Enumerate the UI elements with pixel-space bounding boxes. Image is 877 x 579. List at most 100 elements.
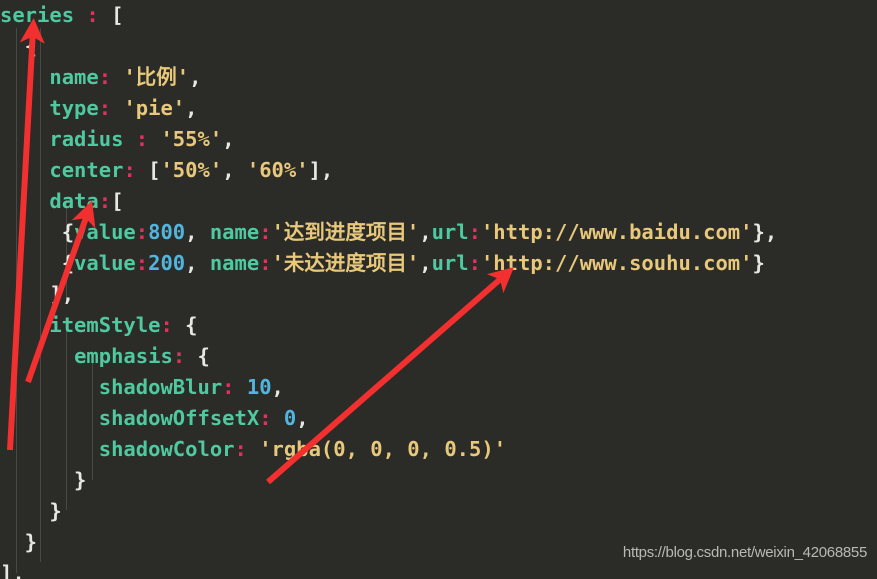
code-token-s: '55%' [160, 127, 223, 151]
code-token-d: [ [111, 189, 124, 213]
code-token-d: , [222, 127, 235, 151]
code-token-d [235, 375, 247, 399]
code-line[interactable]: {value:800, name:'达到进度项目',url:'http://ww… [0, 217, 777, 248]
code-token-d: ], [0, 282, 75, 306]
code-token-p: : [259, 220, 272, 244]
code-token-n: 200 [148, 251, 186, 275]
code-token-k: value [74, 220, 136, 244]
code-token-n: 800 [148, 220, 186, 244]
code-token-p: : [123, 158, 136, 182]
code-token-d: , [222, 158, 247, 182]
code-token-p: : [98, 96, 112, 120]
code-token-k: url [431, 251, 469, 275]
code-token-d [0, 127, 49, 151]
code-line[interactable]: { [0, 31, 37, 62]
code-token-d [0, 65, 49, 89]
watermark-text: https://blog.csdn.net/weixin_42068855 [622, 544, 867, 561]
code-line[interactable]: ], [0, 558, 25, 579]
code-token-d: { [185, 344, 210, 368]
code-token-d [0, 313, 49, 337]
code-token-k: name [209, 251, 260, 275]
code-token-d: , [419, 220, 432, 244]
code-token-d [247, 437, 259, 461]
code-token-d: ], [0, 561, 25, 579]
code-token-k: itemStyle [49, 313, 161, 337]
code-token-k: url [431, 220, 469, 244]
code-token-d [123, 127, 135, 151]
code-token-s: 'pie' [123, 96, 186, 120]
code-token-k: name [49, 65, 99, 89]
code-token-d [0, 96, 49, 120]
code-token-d: , [185, 251, 210, 275]
code-token-k: shadowColor [98, 437, 235, 461]
code-token-n: 0 [283, 406, 297, 430]
code-line[interactable]: } [0, 527, 37, 558]
code-token-p: : [468, 251, 481, 275]
code-token-p: : [234, 437, 247, 461]
code-token-k: emphasis [74, 344, 173, 368]
code-token-p: : [86, 3, 99, 27]
code-token-d: { [0, 251, 75, 275]
code-token-p: : [468, 220, 481, 244]
code-line[interactable]: emphasis: { [0, 341, 210, 372]
code-token-p: : [135, 127, 149, 151]
code-line[interactable]: shadowBlur: 10, [0, 372, 284, 403]
code-token-k: center [49, 158, 124, 182]
code-line[interactable]: name: '比例', [0, 62, 201, 93]
code-token-d: } [752, 251, 765, 275]
code-line[interactable]: data:[ [0, 186, 123, 217]
code-line[interactable]: shadowOffsetX: 0, [0, 403, 309, 434]
code-token-k: shadowOffsetX [98, 406, 260, 430]
code-token-p: : [259, 251, 272, 275]
code-token-d: ], [308, 158, 334, 182]
code-token-d [272, 406, 284, 430]
code-token-d [0, 375, 99, 399]
code-token-d: , [296, 406, 309, 430]
code-token-s: '未达进度项目' [271, 251, 420, 275]
code-token-s: 'http://www.baidu.com' [480, 220, 753, 244]
code-token-d: }, [752, 220, 778, 244]
code-token-p: : [135, 220, 149, 244]
code-token-d [74, 3, 86, 27]
code-token-k: series [0, 3, 75, 27]
code-token-s: '50%' [160, 158, 223, 182]
code-token-k: type [49, 96, 99, 120]
code-token-p: : [98, 189, 112, 213]
code-screenshot: series : [ { name: '比例', type: 'pie', ra… [0, 0, 877, 579]
code-token-d: , [189, 65, 202, 89]
code-token-s: '比例' [123, 65, 190, 89]
code-editor-content[interactable]: series : [ { name: '比例', type: 'pie', ra… [0, 0, 877, 579]
code-line[interactable]: itemStyle: { [0, 310, 198, 341]
code-line[interactable]: {value:200, name:'未达进度项目',url:'http://ww… [0, 248, 765, 279]
code-token-d: { [172, 313, 198, 337]
code-token-d: , [185, 220, 210, 244]
code-token-d [0, 344, 74, 368]
code-line[interactable]: ], [0, 279, 74, 310]
code-line[interactable]: } [0, 465, 86, 496]
code-token-d [148, 127, 160, 151]
code-token-d [0, 189, 49, 213]
code-token-d: [ [98, 3, 124, 27]
code-token-d: } [0, 468, 87, 492]
code-line[interactable]: series : [ [0, 0, 123, 31]
code-token-d: , [185, 96, 198, 120]
code-token-p: : [135, 251, 149, 275]
code-line[interactable]: type: 'pie', [0, 93, 198, 124]
code-line[interactable]: center: ['50%', '60%'], [0, 155, 333, 186]
code-token-p: : [222, 375, 235, 399]
code-token-p: : [172, 344, 186, 368]
code-line[interactable]: } [0, 496, 61, 527]
code-token-k: radius [49, 127, 124, 151]
code-token-d: { [0, 34, 38, 58]
code-token-s: '达到进度项目' [271, 220, 420, 244]
code-token-s: 'rgba(0, 0, 0, 0.5)' [259, 437, 507, 461]
code-token-d [111, 96, 123, 120]
code-token-p: : [98, 65, 112, 89]
code-token-k: value [74, 251, 136, 275]
code-token-s: 'http://www.souhu.com' [480, 251, 753, 275]
code-line[interactable]: shadowColor: 'rgba(0, 0, 0, 0.5)' [0, 434, 506, 465]
code-token-d: { [0, 220, 75, 244]
code-token-p: : [259, 406, 272, 430]
code-token-k: shadowBlur [98, 375, 223, 399]
code-line[interactable]: radius : '55%', [0, 124, 235, 155]
